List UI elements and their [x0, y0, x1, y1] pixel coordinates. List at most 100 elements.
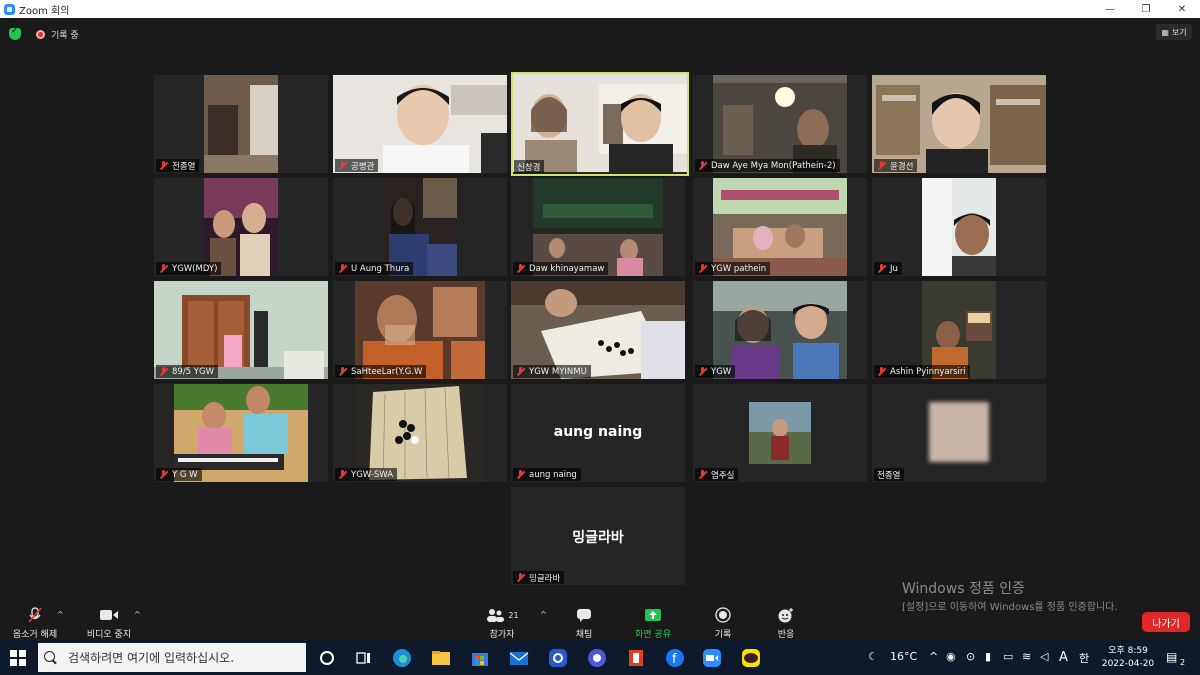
- mic-muted-icon: [516, 470, 525, 479]
- mail-icon[interactable]: [508, 647, 530, 669]
- task-view-icon[interactable]: [352, 647, 374, 669]
- participant-tile[interactable]: Daw Aye Mya Mon(Pathein-2): [693, 75, 867, 173]
- participant-tile[interactable]: 밍글라바 밍글라바: [511, 487, 685, 585]
- participant-tile[interactable]: 윤경선: [872, 75, 1046, 173]
- mic-muted-icon: [159, 367, 168, 376]
- taskbar-clock[interactable]: 오후 8:59 2022-04-20: [1098, 645, 1158, 671]
- svg-text:f: f: [672, 652, 677, 667]
- close-button[interactable]: ✕: [1164, 0, 1200, 18]
- mic-muted-icon: [516, 573, 525, 582]
- share-screen-icon: [618, 606, 688, 624]
- participant-tile[interactable]: SaHteeLar(Y.G.W: [333, 281, 507, 379]
- antivirus-icon[interactable]: ⊙: [966, 650, 975, 663]
- participant-tile[interactable]: aung naing aung naing: [511, 384, 685, 482]
- maximize-button[interactable]: ❐: [1128, 0, 1164, 18]
- clock-date: 2022-04-20: [1101, 659, 1155, 669]
- zoom-app-icon[interactable]: [701, 647, 723, 669]
- participant-tile[interactable]: 염주실: [693, 384, 867, 482]
- share-screen-button[interactable]: 화면 공유: [618, 606, 688, 640]
- weather-moon-icon[interactable]: ☾: [868, 650, 878, 663]
- ime-mode-label[interactable]: A: [1059, 650, 1068, 665]
- participant-avatar: [749, 402, 811, 464]
- windows-taskbar: 검색하려면 여기에 입력하십시오. f ☾ 16°C ^ ◉ ⊙ ▮ ▭ ≋ ◁…: [0, 640, 1200, 675]
- microphone-icon[interactable]: ▮: [985, 650, 991, 663]
- participant-display-name: aung naing: [553, 424, 643, 440]
- participant-tile[interactable]: U Aung Thura: [333, 178, 507, 276]
- participant-name: 염주실: [695, 468, 739, 481]
- mic-muted-icon: [877, 367, 886, 376]
- recording-indicator[interactable]: 기록 중: [36, 28, 79, 41]
- participant-name: YGW: [695, 365, 736, 378]
- minimize-button[interactable]: —: [1092, 0, 1128, 18]
- participant-tile[interactable]: Daw khinayamaw: [511, 178, 685, 276]
- participant-tile[interactable]: YGW(MDY): [154, 178, 328, 276]
- participant-tile[interactable]: Ju: [872, 178, 1046, 276]
- mic-muted-icon: [516, 264, 525, 273]
- participant-name: 전종열: [874, 468, 905, 481]
- participant-tile[interactable]: YGW-SWA: [333, 384, 507, 482]
- leave-meeting-button[interactable]: 나가기: [1142, 612, 1190, 632]
- chat-button[interactable]: 채팅: [549, 606, 619, 640]
- participant-name: 신창경: [514, 160, 545, 173]
- kakaotalk-icon[interactable]: [740, 647, 762, 669]
- notification-center-icon[interactable]: ▤: [1166, 650, 1177, 664]
- participant-name: 89/5 YGW: [156, 365, 218, 378]
- participants-count: 21: [508, 610, 519, 620]
- temperature-label[interactable]: 16°C: [890, 650, 917, 663]
- search-icon: [44, 650, 58, 665]
- battery-icon[interactable]: ▭: [1003, 650, 1013, 663]
- zoom-logo-icon: [4, 3, 15, 15]
- grid-icon: ▦: [1161, 27, 1169, 37]
- tray-overflow-chevron-icon[interactable]: ^: [929, 650, 938, 663]
- cortana-icon[interactable]: [316, 647, 338, 669]
- title-bar: Zoom 회의 — ❐ ✕: [0, 0, 1200, 18]
- korean-ime-label[interactable]: 한: [1079, 650, 1089, 666]
- mic-muted-icon: [698, 264, 707, 273]
- participants-button[interactable]: 21 참가자: [467, 606, 537, 640]
- taskbar-search-box[interactable]: 검색하려면 여기에 입력하십시오.: [38, 643, 306, 672]
- participant-name: Y G W: [156, 468, 202, 481]
- chat-bubble-icon: [549, 606, 619, 624]
- mic-muted-icon: [516, 367, 525, 376]
- participant-name: SaHteeLar(Y.G.W: [335, 365, 427, 378]
- participant-tile[interactable]: YGW: [693, 281, 867, 379]
- participant-tile[interactable]: YGW pathein: [693, 178, 867, 276]
- participant-tile[interactable]: 공병관: [333, 75, 507, 173]
- participant-tile[interactable]: 전종열: [154, 75, 328, 173]
- participant-tile-active-speaker[interactable]: 신창경: [511, 72, 689, 176]
- audio-options-caret-icon[interactable]: ^: [57, 610, 64, 619]
- edge-browser-icon[interactable]: [391, 647, 413, 669]
- participant-tile[interactable]: YGW MYINMU: [511, 281, 685, 379]
- microsoft-store-icon[interactable]: [469, 647, 491, 669]
- windows-start-icon[interactable]: [10, 650, 26, 666]
- participant-name: 공병관: [335, 159, 379, 172]
- camera-status-icon[interactable]: ◉: [946, 650, 956, 663]
- participant-video: [513, 74, 687, 172]
- zoom-window: Zoom 회의 — ❐ ✕ 기록 중 ▦ 보기 전종열 공병관 신창경: [0, 0, 1200, 640]
- messenger-app-icon[interactable]: [586, 647, 608, 669]
- participant-tile[interactable]: 전종열: [872, 384, 1046, 482]
- participant-name: 전종열: [156, 159, 200, 172]
- participant-name: YGW(MDY): [156, 262, 222, 275]
- mic-muted-icon: [877, 161, 886, 170]
- participant-tile[interactable]: Ashin Pyinnyarsiri: [872, 281, 1046, 379]
- participant-name: Daw Aye Mya Mon(Pathein-2): [695, 159, 840, 172]
- wifi-icon[interactable]: ≋: [1022, 650, 1031, 663]
- file-explorer-icon[interactable]: [430, 647, 452, 669]
- video-options-caret-icon[interactable]: ^: [134, 610, 141, 619]
- meeting-toolbar: 음소거 해제 ^ 비디오 중지 ^ 21 참가자 ^ 채팅 화면 공유 기록 반…: [0, 600, 1200, 640]
- participant-name: 밍글라바: [513, 571, 565, 584]
- participant-tile[interactable]: Y G W: [154, 384, 328, 482]
- participant-name: Ashin Pyinnyarsiri: [874, 365, 970, 378]
- record-button[interactable]: 기록: [688, 606, 758, 640]
- participant-tile[interactable]: 89/5 YGW: [154, 281, 328, 379]
- security-shield-icon[interactable]: [9, 26, 21, 40]
- office-icon[interactable]: [625, 647, 647, 669]
- participants-options-caret-icon[interactable]: ^: [540, 610, 547, 619]
- facebook-icon[interactable]: f: [664, 647, 686, 669]
- meeting-topbar: 기록 중 ▦ 보기: [0, 18, 1200, 50]
- browser-app-icon[interactable]: [547, 647, 569, 669]
- view-button[interactable]: ▦ 보기: [1156, 24, 1192, 40]
- volume-icon[interactable]: ◁: [1040, 650, 1048, 663]
- reactions-button[interactable]: 반응: [751, 606, 821, 640]
